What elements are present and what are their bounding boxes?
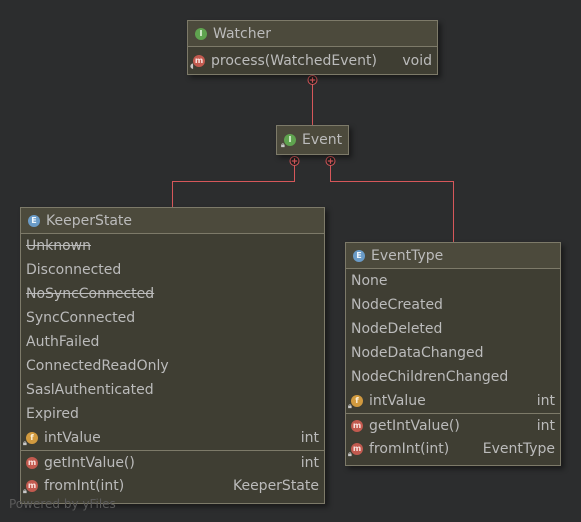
abstract-marker-icon: ◖ <box>190 61 194 70</box>
constant-name: NoSyncConnected <box>26 286 155 302</box>
enum-constant-none[interactable]: None <box>346 269 560 293</box>
interface-icon: I 🔒︎ <box>281 134 296 149</box>
method-name: fromInt(int) <box>369 441 450 457</box>
method-name: fromInt(int) <box>44 478 125 494</box>
field-icon: f 🔒︎ <box>23 432 38 447</box>
constant-name: None <box>351 273 388 289</box>
field-intvalue[interactable]: f 🔒︎ intValue int <box>21 426 324 450</box>
eventtype-node[interactable]: E EventType None NodeCreated NodeDeleted… <box>345 242 561 466</box>
constant-name: NodeDeleted <box>351 321 443 337</box>
method-icon: m ◖ <box>190 54 205 70</box>
event-node[interactable]: I 🔒︎ Event <box>276 125 349 155</box>
constant-name: AuthFailed <box>26 334 100 350</box>
event-title: Event <box>302 132 343 148</box>
inner-class-marker-event-right <box>325 156 336 166</box>
keeperstate-header[interactable]: E KeeperState <box>21 208 324 234</box>
constant-name: Disconnected <box>26 262 122 278</box>
enum-constant-nosyncconnected[interactable]: NoSyncConnected <box>21 282 324 306</box>
watcher-header[interactable]: I Watcher <box>188 21 437 47</box>
method-icon: m <box>26 456 38 469</box>
method-name: process(WatchedEvent) <box>211 52 377 69</box>
private-marker-icon: 🔒︎ <box>348 402 352 410</box>
method-getintvalue[interactable]: m getIntValue() int <box>346 413 560 437</box>
method-icon: m 🔒︎ <box>348 443 363 458</box>
enum-constant-disconnected[interactable]: Disconnected <box>21 258 324 282</box>
field-name: intValue <box>369 393 426 409</box>
event-header[interactable]: I 🔒︎ Event <box>277 126 348 154</box>
method-icon: m 🔒︎ <box>23 480 38 495</box>
interface-icon: I <box>195 27 207 40</box>
constant-name: NodeDataChanged <box>351 345 484 361</box>
watcher-node[interactable]: I Watcher m ◖ process(WatchedEvent) void <box>187 20 438 75</box>
method-fromint[interactable]: m 🔒︎ fromInt(int) EventType <box>346 437 560 461</box>
inner-class-marker-watcher <box>307 75 318 85</box>
method-name: getIntValue() <box>44 454 135 471</box>
constant-name: NodeChildrenChanged <box>351 369 509 385</box>
method-getintvalue[interactable]: m getIntValue() int <box>21 450 324 474</box>
field-type: int <box>536 393 555 409</box>
constant-name: NodeCreated <box>351 297 443 313</box>
constant-name: Expired <box>26 406 79 422</box>
method-name: getIntValue() <box>369 417 460 434</box>
enum-constant-expired[interactable]: Expired <box>21 402 324 426</box>
enum-constant-nodechildrenchanged[interactable]: NodeChildrenChanged <box>346 365 560 389</box>
method-return-type: EventType <box>482 441 555 457</box>
constant-name: SaslAuthenticated <box>26 382 154 398</box>
edge-eventtype-to-event <box>330 162 454 242</box>
enum-constant-nodecreated[interactable]: NodeCreated <box>346 293 560 317</box>
enum-icon: E <box>353 249 365 262</box>
field-intvalue[interactable]: f 🔒︎ intValue int <box>346 389 560 413</box>
inner-class-marker-event-left <box>289 156 300 166</box>
method-return-type: void <box>402 52 432 69</box>
enum-constant-authfailed[interactable]: AuthFailed <box>21 330 324 354</box>
private-marker-icon: 🔒︎ <box>23 439 27 447</box>
field-name: intValue <box>44 430 101 446</box>
enum-constant-connectedreadonly[interactable]: ConnectedReadOnly <box>21 354 324 378</box>
enum-constant-nodedatachanged[interactable]: NodeDataChanged <box>346 341 560 365</box>
field-type: int <box>300 430 319 446</box>
eventtype-header[interactable]: E EventType <box>346 243 560 269</box>
method-fromint[interactable]: m 🔒︎ fromInt(int) KeeperState <box>21 474 324 498</box>
method-return-type: KeeperState <box>232 478 319 494</box>
edge-keeperstate-to-event <box>172 162 295 207</box>
method-return-type: int <box>536 417 555 434</box>
constant-name: ConnectedReadOnly <box>26 358 169 374</box>
enum-constant-syncconnected[interactable]: SyncConnected <box>21 306 324 330</box>
static-marker-icon: 🔒︎ <box>281 141 285 149</box>
static-marker-icon: 🔒︎ <box>348 450 352 458</box>
constant-name: Unknown <box>26 238 91 254</box>
yfiles-watermark: Powered by yFiles <box>9 497 116 511</box>
enum-constant-nodedeleted[interactable]: NodeDeleted <box>346 317 560 341</box>
keeperstate-node[interactable]: E KeeperState Unknown Disconnected NoSyn… <box>20 207 325 504</box>
field-icon: f 🔒︎ <box>348 395 363 410</box>
method-icon: m <box>351 419 363 432</box>
enum-constant-saslauthenticated[interactable]: SaslAuthenticated <box>21 378 324 402</box>
watcher-title: Watcher <box>213 25 271 42</box>
static-marker-icon: 🔒︎ <box>23 487 27 495</box>
watcher-method-process[interactable]: m ◖ process(WatchedEvent) void <box>188 47 437 74</box>
method-return-type: int <box>300 454 319 471</box>
eventtype-title: EventType <box>371 247 444 264</box>
keeperstate-title: KeeperState <box>46 212 133 229</box>
enum-icon: E <box>28 214 40 227</box>
constant-name: SyncConnected <box>26 310 136 326</box>
enum-constant-unknown[interactable]: Unknown <box>21 234 324 258</box>
